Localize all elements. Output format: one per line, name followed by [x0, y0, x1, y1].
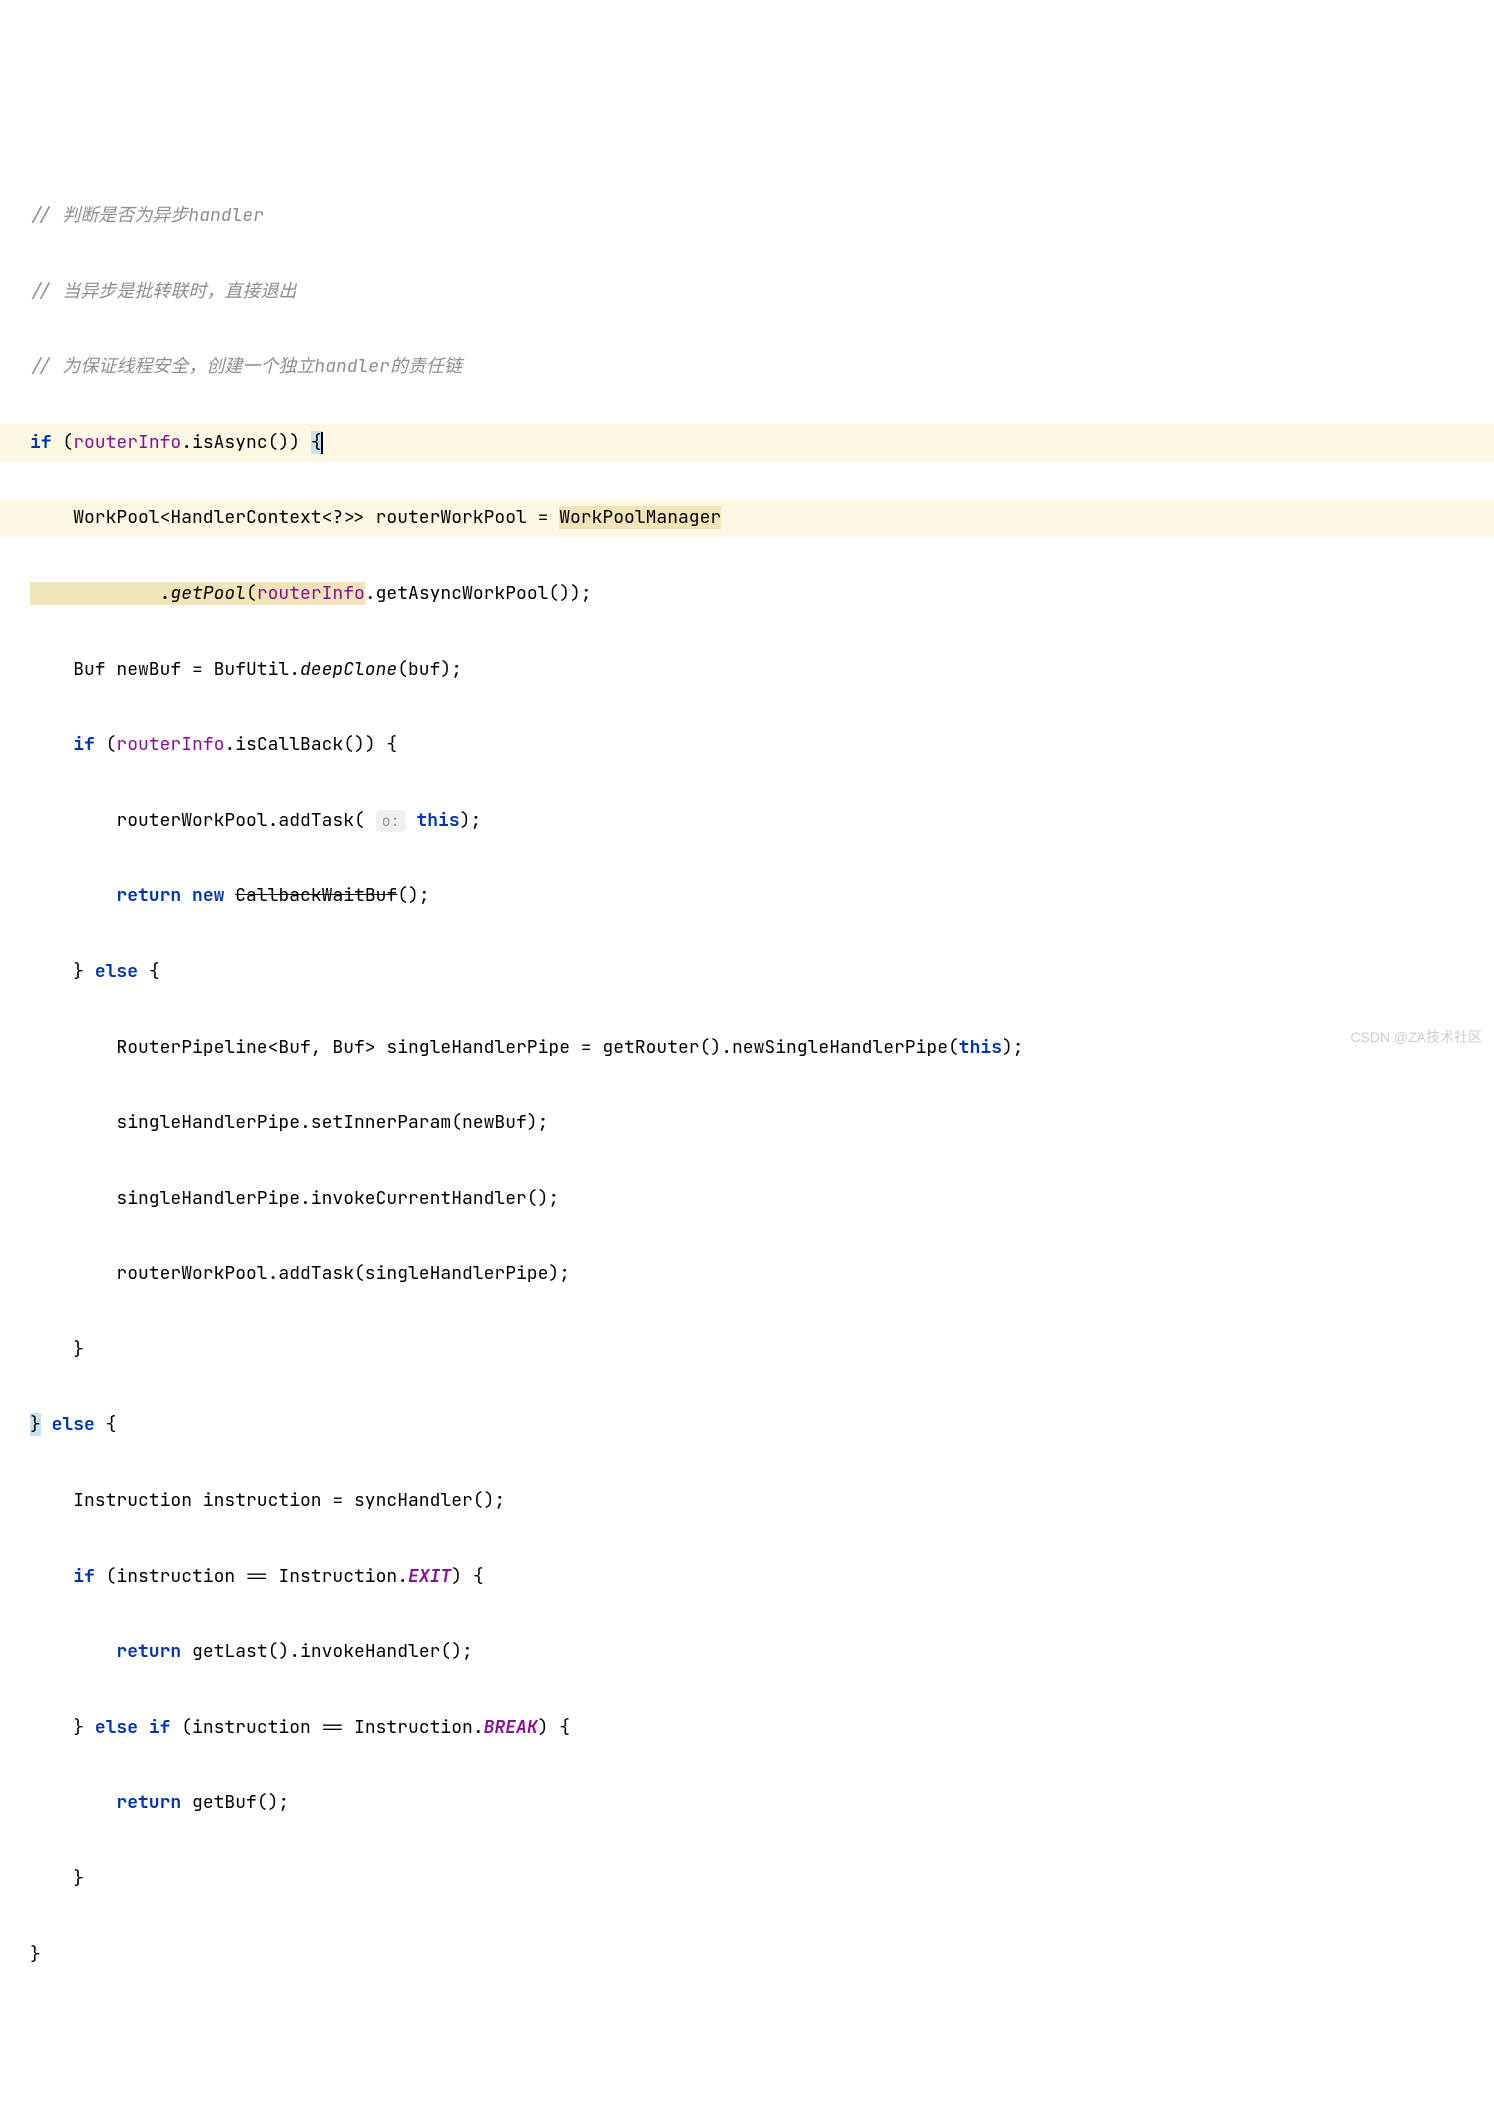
comment: // 判断是否为异步handler [30, 204, 264, 227]
method: deepClone [300, 658, 397, 681]
bracket-match: } [30, 1413, 41, 1436]
text: RouterPipeline<Buf, Buf> singleHandlerPi… [30, 1036, 959, 1059]
code-line: } [0, 1860, 1494, 1898]
text: (instruction == Instruction. [95, 1565, 408, 1588]
text: } [30, 960, 95, 983]
text: Buf newBuf = BufUtil. [30, 658, 300, 681]
code-line: // 当异步是批转联时，直接退出 [0, 273, 1494, 311]
comment: // 为保证线程安全，创建一个独立handler的责任链 [30, 355, 462, 378]
keyword-if: if [149, 1716, 171, 1739]
text: routerWorkPool.addTask( [30, 809, 365, 832]
method: getPool [170, 582, 246, 605]
text: (buf); [397, 658, 462, 681]
text: WorkPool<HandlerContext<?>> routerWorkPo… [30, 506, 559, 529]
static-field: BREAK [484, 1716, 538, 1739]
text: (); [397, 884, 429, 907]
code-line: return getBuf(); [0, 1784, 1494, 1822]
code-line: } [0, 1936, 1494, 1974]
field: routerInfo [257, 582, 365, 605]
text: ( [95, 733, 117, 756]
code-line: routerWorkPool.addTask(singleHandlerPipe… [0, 1255, 1494, 1293]
code-line: Instruction instruction = syncHandler(); [0, 1482, 1494, 1520]
keyword-this: this [959, 1036, 1002, 1059]
text: getBuf(); [181, 1791, 289, 1814]
keyword-else: else [52, 1413, 95, 1436]
text: ) { [538, 1716, 570, 1739]
code-line: // 为保证线程安全，创建一个独立handler的责任链 [0, 348, 1494, 386]
code-line: if (routerInfo.isCallBack()) { [0, 726, 1494, 764]
field: routerInfo [73, 431, 181, 454]
keyword-if: if [73, 733, 95, 756]
code-line-highlighted: WorkPool<HandlerContext<?>> routerWorkPo… [0, 499, 1494, 537]
field: routerInfo [116, 733, 224, 756]
text: } [30, 1338, 84, 1361]
code-line: // 判断是否为异步handler [0, 197, 1494, 235]
keyword-new: new [192, 884, 224, 907]
code-line-highlighted: if (routerInfo.isAsync()) { [0, 424, 1494, 462]
text: . [30, 582, 170, 605]
text: ) { [451, 1565, 483, 1588]
keyword-if: if [30, 431, 52, 454]
code-line: } [0, 1331, 1494, 1369]
text: ( [246, 582, 257, 605]
comment: // 当异步是批转联时，直接退出 [30, 280, 296, 303]
keyword-return: return [116, 884, 181, 907]
keyword-else: else [95, 960, 138, 983]
keyword-if: if [73, 1565, 95, 1588]
text: routerWorkPool.addTask(singleHandlerPipe… [30, 1262, 570, 1285]
cursor-icon [321, 432, 323, 454]
code-line: routerWorkPool.addTask( o: this); [0, 802, 1494, 840]
code-line: .getPool(routerInfo.getAsyncWorkPool()); [0, 575, 1494, 613]
text: Instruction instruction = syncHandler(); [30, 1489, 505, 1512]
deprecated-class: CallbackWaitBuf [235, 884, 397, 907]
code-line: return getLast().invokeHandler(); [0, 1633, 1494, 1671]
text: getLast().invokeHandler(); [181, 1640, 473, 1663]
static-field: EXIT [408, 1565, 451, 1588]
text: } [30, 1867, 84, 1890]
parameter-hint: o: [376, 810, 406, 832]
text: singleHandlerPipe.invokeCurrentHandler()… [30, 1187, 559, 1210]
code-editor[interactable]: // 判断是否为异步handler // 当异步是批转联时，直接退出 // 为保… [0, 159, 1494, 2011]
text: ); [1002, 1036, 1024, 1059]
text: .isCallBack()) { [224, 733, 397, 756]
code-line: singleHandlerPipe.invokeCurrentHandler()… [0, 1180, 1494, 1218]
text: (instruction == Instruction. [170, 1716, 483, 1739]
text: } [30, 1716, 95, 1739]
watermark: CSDN @ZA技术社区 [1350, 1023, 1482, 1052]
keyword-else: else [95, 1716, 138, 1739]
code-line: Buf newBuf = BufUtil.deepClone(buf); [0, 651, 1494, 689]
keyword-return: return [116, 1640, 181, 1663]
code-line: } else { [0, 953, 1494, 991]
code-line: } else { [0, 1406, 1494, 1444]
text: .isAsync()) [181, 431, 311, 454]
text: { [95, 1413, 117, 1436]
keyword-return: return [116, 1791, 181, 1814]
text: ); [460, 809, 482, 832]
text: { [138, 960, 160, 983]
text: .getAsyncWorkPool()); [365, 582, 592, 605]
text: } [30, 1943, 41, 1966]
code-line: singleHandlerPipe.setInnerParam(newBuf); [0, 1104, 1494, 1142]
code-line: if (instruction == Instruction.EXIT) { [0, 1558, 1494, 1596]
highlighted-identifier: WorkPoolManager [559, 506, 721, 529]
text: singleHandlerPipe.setInnerParam(newBuf); [30, 1111, 548, 1134]
code-line: return new CallbackWaitBuf(); [0, 877, 1494, 915]
code-line: } else if (instruction == Instruction.BR… [0, 1709, 1494, 1747]
code-line: RouterPipeline<Buf, Buf> singleHandlerPi… [0, 1029, 1494, 1067]
keyword-this: this [416, 809, 459, 832]
